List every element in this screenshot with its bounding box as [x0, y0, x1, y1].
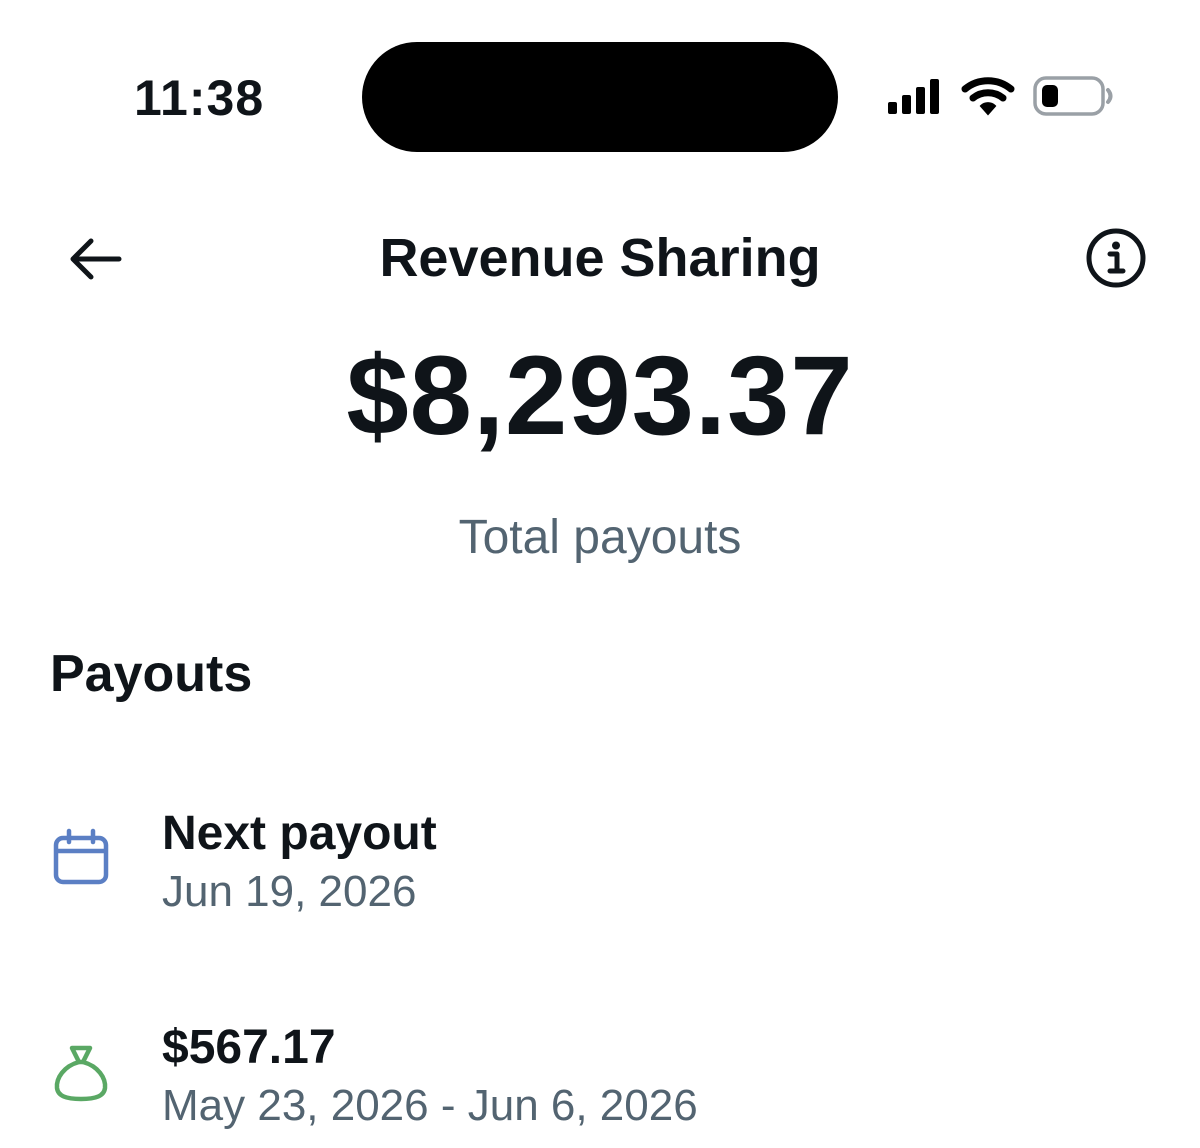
arrow-left-icon — [70, 238, 122, 280]
next-payout-date: Jun 19, 2026 — [162, 867, 417, 916]
payout-amount: $567.17 — [162, 1021, 336, 1074]
info-button[interactable] — [1082, 224, 1150, 292]
back-button[interactable] — [62, 228, 128, 290]
calendar-icon — [53, 828, 109, 885]
payout-period-row[interactable]: $567.17 May 23, 2026 - Jun 6, 2026 — [0, 1014, 1200, 1144]
page-title: Revenue Sharing — [379, 228, 821, 288]
dynamic-island — [362, 42, 838, 152]
payouts-section-heading: Payouts — [50, 645, 253, 703]
battery-icon — [1033, 76, 1113, 116]
cellular-signal-icon — [888, 79, 939, 114]
status-indicators — [880, 72, 1120, 124]
total-payouts-label: Total payouts — [458, 511, 742, 564]
money-bag-icon — [54, 1045, 108, 1102]
payout-date-range: May 23, 2026 - Jun 6, 2026 — [162, 1081, 698, 1130]
total-payouts-amount: $8,293.37 — [346, 333, 854, 458]
next-payout-title: Next payout — [162, 807, 437, 860]
status-time: 11:38 — [134, 70, 265, 126]
info-circle-icon — [1086, 228, 1146, 288]
next-payout-row[interactable]: Next payout Jun 19, 2026 — [0, 800, 1200, 930]
wifi-icon — [961, 77, 1015, 116]
